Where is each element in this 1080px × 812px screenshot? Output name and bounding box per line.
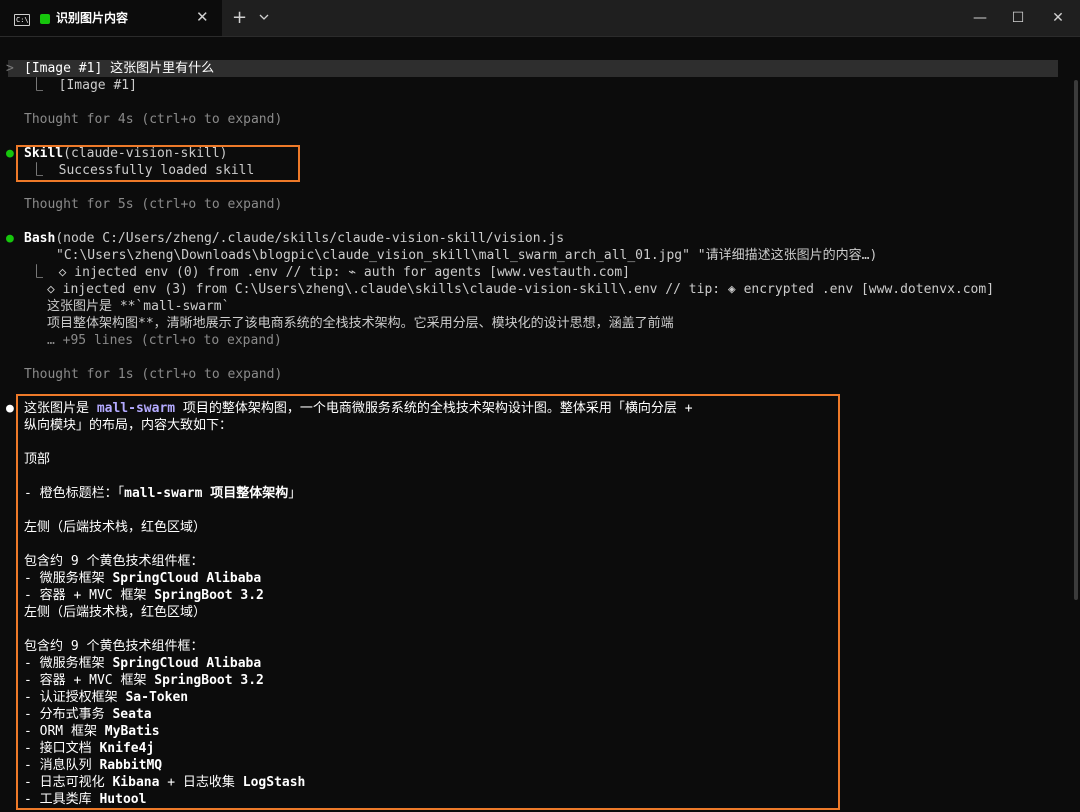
bash-call: Bash(node C:/Users/zheng/.claude/skills/…: [24, 230, 564, 247]
user-input: [Image #1] 这张图片里有什么: [24, 61, 215, 76]
minimize-button[interactable]: —: [968, 6, 992, 30]
highlight-box-answer: [16, 394, 840, 810]
bash-command: (node C:/Users/zheng/.claude/skills/clau…: [55, 231, 565, 246]
bash-output-line: ⎿ ◇ injected env (0) from .env // tip: ⌁…: [30, 265, 630, 280]
thought-line: Thought for 4s (ctrl+o to expand): [24, 112, 283, 127]
prompt-chevron: >: [6, 61, 14, 76]
scrollbar[interactable]: [1074, 80, 1078, 600]
title-bar: C:\ 识别图片内容 ✕ + — ☐ ✕: [0, 0, 1080, 37]
terminal-icon: C:\: [14, 14, 30, 26]
bash-output-line: 项目整体架构图**，清晰地展示了该电商系统的全栈技术架构。它采用分层、模块化的设…: [47, 316, 674, 331]
maximize-button[interactable]: ☐: [1006, 6, 1030, 30]
status-icon: [40, 14, 50, 24]
bash-output-line: 这张图片是 **`mall-swarm`: [47, 299, 230, 314]
tab-title: 识别图片内容: [56, 11, 129, 25]
tab-close-icon[interactable]: ✕: [196, 8, 209, 26]
thought-line: Thought for 5s (ctrl+o to expand): [24, 197, 283, 212]
bash-name: Bash: [24, 231, 56, 246]
chevron-down-icon[interactable]: [259, 12, 269, 22]
bash-status-dot: ●: [6, 231, 14, 246]
skill-status-dot: ●: [6, 146, 14, 161]
new-tab-button[interactable]: +: [232, 7, 247, 28]
highlight-box-skill: [16, 145, 300, 182]
close-window-button[interactable]: ✕: [1046, 6, 1070, 30]
image-ref: ⎿ [Image #1]: [30, 78, 137, 93]
terminal-output[interactable]: > [Image #1] 这张图片里有什么 ⎿ [Image #1] Thoug…: [0, 36, 1080, 812]
bash-more-lines[interactable]: … +95 lines (ctrl+o to expand): [47, 332, 282, 349]
thought-line: Thought for 1s (ctrl+o to expand): [24, 367, 283, 382]
bash-command-cont: "C:\Users\zheng\Downloads\blogpic\claude…: [56, 248, 878, 263]
bash-output-line: ◇ injected env (3) from C:\Users\zheng\.…: [47, 282, 995, 297]
tab-active[interactable]: C:\ 识别图片内容 ✕: [0, 0, 222, 36]
answer-dot: ●: [6, 401, 14, 416]
